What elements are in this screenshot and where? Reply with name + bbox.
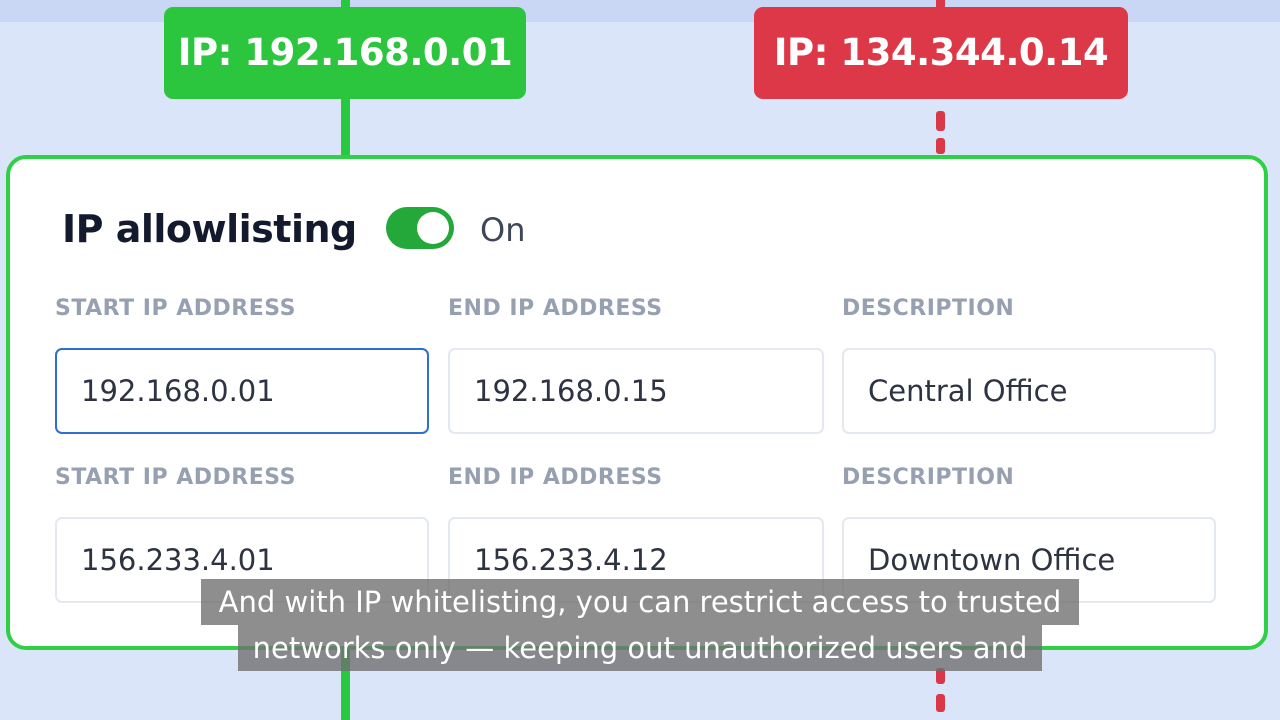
blocked-connection-dash [936,138,945,154]
subtitle-line-2: networks only — keeping out unauthorized… [238,625,1042,671]
card-title: IP allowlisting [62,207,357,251]
end-ip-label: END IP ADDRESS [448,465,663,490]
start-ip-input[interactable]: 192.168.0.01 [55,348,429,434]
allowed-ip-badge: IP: 192.168.0.01 [164,7,526,99]
description-label: DESCRIPTION [842,296,1015,321]
start-ip-label: START IP ADDRESS [55,465,296,490]
description-input[interactable]: Central Office [842,348,1216,434]
blocked-connection-dash [936,694,945,712]
end-ip-input[interactable]: 192.168.0.15 [448,348,824,434]
start-ip-label: START IP ADDRESS [55,296,296,321]
video-frame: IP: 192.168.0.01 IP: 134.344.0.14 IP all… [0,0,1280,720]
blocked-ip-badge: IP: 134.344.0.14 [754,7,1128,99]
description-label: DESCRIPTION [842,465,1015,490]
end-ip-label: END IP ADDRESS [448,296,663,321]
allowlisting-toggle[interactable] [386,207,454,249]
blocked-connection-dash [936,111,945,131]
ip-allowlisting-card: IP allowlisting On START IP ADDRESS END … [6,155,1268,650]
toggle-knob [417,212,449,244]
toggle-state-label: On [480,211,526,249]
subtitle-line-1: And with IP whitelisting, you can restri… [201,579,1079,625]
